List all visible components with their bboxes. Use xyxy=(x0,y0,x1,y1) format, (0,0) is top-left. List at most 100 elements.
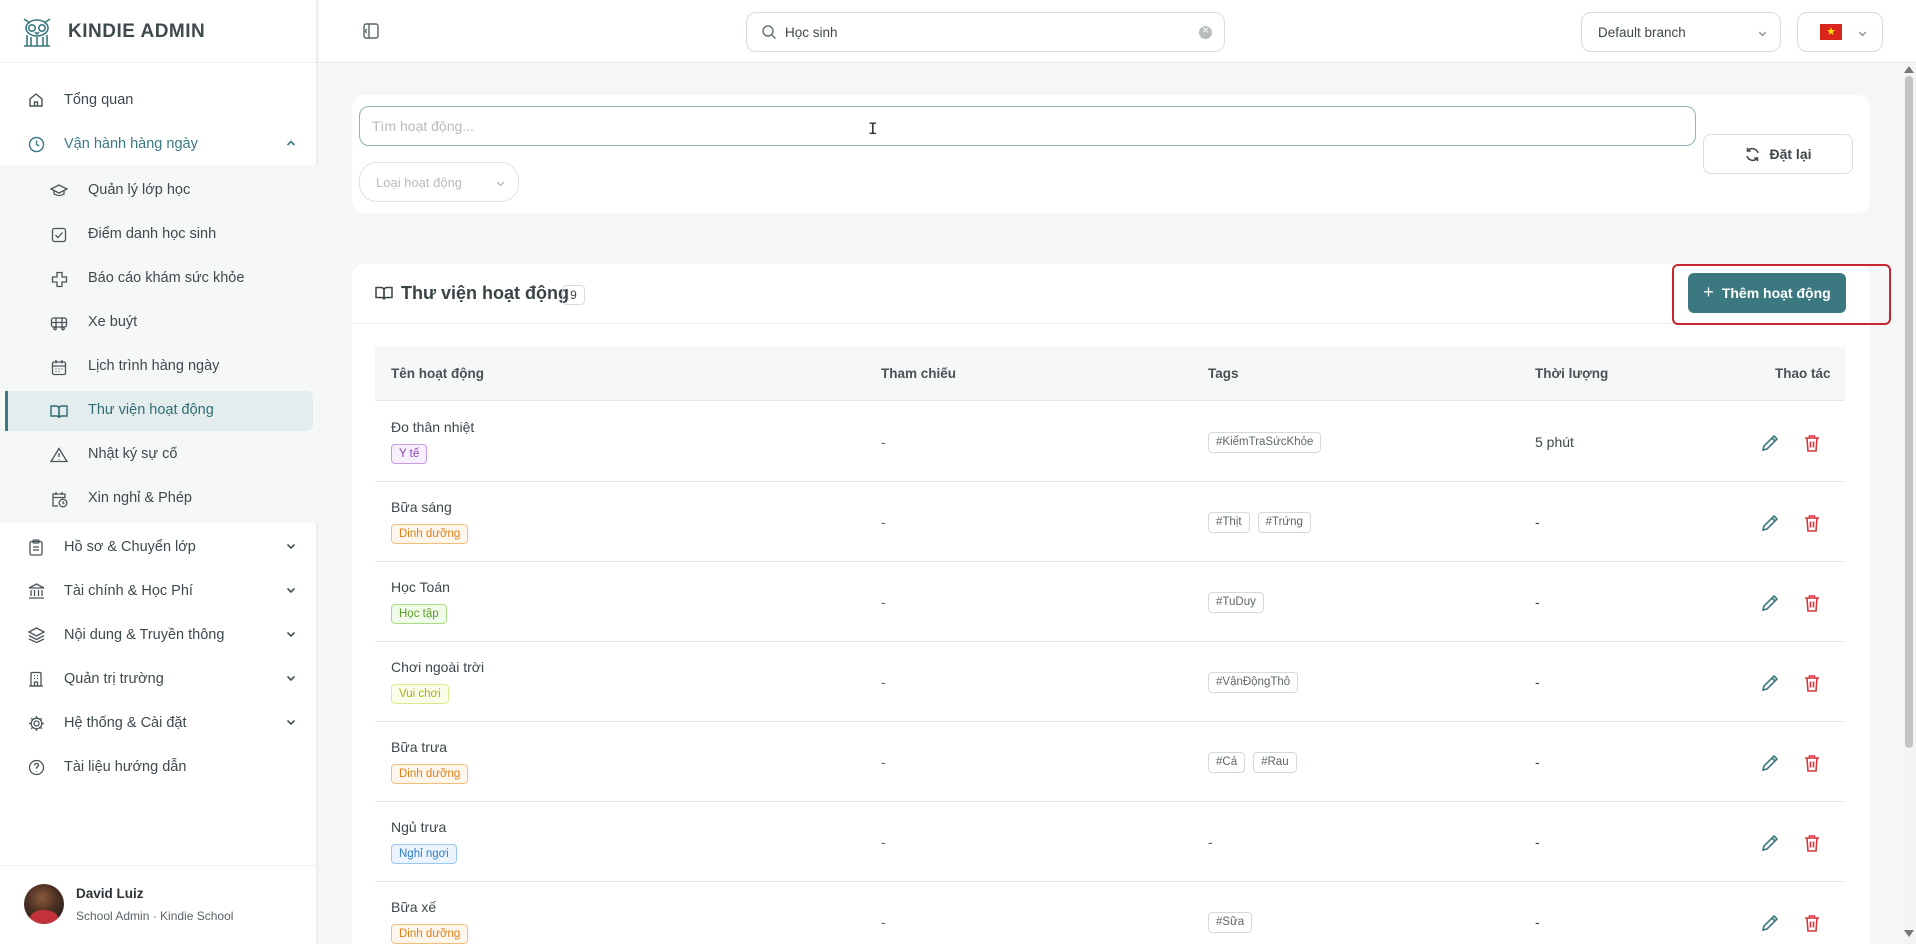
avatar[interactable] xyxy=(24,884,64,924)
activity-name: Đo thân nhiệt xyxy=(391,419,475,435)
column-header-reference: Tham chiếu xyxy=(881,366,957,381)
tag-chip: #TuDuy xyxy=(1208,592,1264,613)
delete-icon[interactable] xyxy=(1801,832,1823,854)
sidebar-item-label: Thư viện hoạt động xyxy=(88,402,214,418)
sidebar-toggle-button[interactable] xyxy=(362,22,380,40)
clear-icon[interactable] xyxy=(1199,23,1212,39)
delete-icon[interactable] xyxy=(1801,912,1823,934)
sidebar-item-incident-log[interactable]: Nhật ký sự cố xyxy=(0,435,318,475)
clock-icon xyxy=(27,135,45,153)
tag-list: #KiểmTraSứcKhỏe xyxy=(1208,432,1322,453)
chevron-down-icon xyxy=(284,715,298,729)
edit-icon[interactable] xyxy=(1759,752,1781,774)
table-row[interactable]: Ngủ trưa Nghỉ ngơi - - - xyxy=(375,802,1845,882)
calendar-icon xyxy=(50,358,68,376)
language-select[interactable]: ★ xyxy=(1797,12,1883,52)
edit-icon[interactable] xyxy=(1759,672,1781,694)
sidebar-item-system-settings[interactable]: Hệ thống & Cài đặt xyxy=(0,703,318,743)
sidebar-item-school-admin[interactable]: Quản trị trường xyxy=(0,659,318,699)
sidebar-item-label: Tài liệu hướng dẫn xyxy=(64,759,187,775)
delete-icon[interactable] xyxy=(1801,672,1823,694)
reset-button[interactable]: Đặt lại xyxy=(1703,134,1853,174)
table-row[interactable]: Học Toán Học tập - #TuDuy - xyxy=(375,562,1845,642)
duration-cell: - xyxy=(1535,594,1540,610)
chevron-down-icon xyxy=(284,583,298,597)
activity-type-select[interactable]: Loại hoạt động xyxy=(359,162,519,202)
reference-cell: - xyxy=(881,834,886,850)
tag-chip: #KiểmTraSứcKhỏe xyxy=(1208,432,1322,453)
column-header-actions: Thao tác xyxy=(1775,366,1831,381)
table-row[interactable]: Đo thân nhiệt Y tế - #KiểmTraSứcKhỏe 5 phút xyxy=(375,402,1845,482)
table-row[interactable]: Bữa xế Dinh dưỡng - #Sữa - xyxy=(375,882,1845,944)
sidebar-item-health-report[interactable]: Báo cáo khám sức khỏe xyxy=(0,259,318,299)
reference-cell: - xyxy=(881,594,886,610)
reference-cell: - xyxy=(881,674,886,690)
medical-cross-icon xyxy=(50,270,68,288)
table-row[interactable]: Bữa sáng Dinh dưỡng - #Thịt #Trứng - xyxy=(375,482,1845,562)
duration-cell: - xyxy=(1535,674,1540,690)
duration-cell: - xyxy=(1535,754,1540,770)
tag-list: #VậnĐộngThô xyxy=(1208,672,1299,693)
category-badge: Dinh dưỡng xyxy=(391,524,469,544)
chevron-down-icon xyxy=(1756,27,1769,45)
bank-icon xyxy=(27,582,45,600)
edit-icon[interactable] xyxy=(1759,432,1781,454)
activity-name: Ngủ trưa xyxy=(391,819,447,835)
branch-select[interactable]: Default branch xyxy=(1581,12,1781,52)
activity-search-input[interactable]: Tìm hoạt động... xyxy=(359,106,1696,146)
sidebar-item-finance-tuition[interactable]: Tài chính & Học Phí xyxy=(0,571,318,611)
scroll-up-icon[interactable] xyxy=(1904,66,1914,73)
home-icon xyxy=(27,91,45,109)
reset-label: Đặt lại xyxy=(1769,146,1812,162)
sidebar-item-label: Tổng quan xyxy=(64,92,134,108)
table-row[interactable]: Chơi ngoài trời Vui chơi - #VậnĐộngThô - xyxy=(375,642,1845,722)
chevron-down-icon xyxy=(494,177,507,195)
sidebar-item-activity-library[interactable]: Thư viện hoạt động xyxy=(5,391,313,431)
category-badge: Dinh dưỡng xyxy=(391,924,469,944)
sidebar-item-label: Hồ sơ & Chuyển lớp xyxy=(64,539,196,555)
scroll-down-icon[interactable] xyxy=(1904,930,1914,937)
sidebar-divider xyxy=(0,62,318,63)
sidebar-item-daily-operations[interactable]: Vận hành hàng ngày xyxy=(0,124,318,164)
sidebar-item-content-media[interactable]: Nội dung & Truyền thông xyxy=(0,615,318,655)
sidebar-item-class-management[interactable]: Quản lý lớp học xyxy=(0,171,318,211)
sidebar-item-label: Quản trị trường xyxy=(64,671,164,687)
user-role: School Admin · Kindie School xyxy=(76,909,234,923)
tag-list: #Thịt #Trứng xyxy=(1208,512,1311,533)
duration-cell: - xyxy=(1535,514,1540,530)
table-row[interactable]: Bữa trưa Dinh dưỡng - #Cá #Rau - xyxy=(375,722,1845,802)
sidebar-item-guide-docs[interactable]: Tài liệu hướng dẫn xyxy=(0,747,318,787)
category-badge: Y tế xyxy=(391,444,428,464)
delete-icon[interactable] xyxy=(1801,512,1823,534)
sidebar-item-leave-request[interactable]: Xin nghỉ & Phép xyxy=(0,479,318,519)
tag-list: #TuDuy xyxy=(1208,592,1264,613)
global-search-input[interactable]: Học sinh xyxy=(746,12,1225,52)
reference-cell: - xyxy=(881,914,886,930)
activity-name: Học Toán xyxy=(391,579,450,595)
sidebar-item-daily-schedule[interactable]: Lịch trình hàng ngày xyxy=(0,347,318,387)
column-header-tags: Tags xyxy=(1208,366,1239,381)
tag-chip: #Rau xyxy=(1253,752,1297,773)
app-logo[interactable]: KINDIE ADMIN xyxy=(18,12,205,52)
sidebar-item-label: Điểm danh học sinh xyxy=(88,226,217,242)
delete-icon[interactable] xyxy=(1801,432,1823,454)
search-value: Học sinh xyxy=(785,25,838,40)
delete-icon[interactable] xyxy=(1801,592,1823,614)
scrollbar-thumb[interactable] xyxy=(1905,76,1913,748)
plus-icon: + xyxy=(1703,281,1714,302)
activity-name: Bữa xế xyxy=(391,899,437,915)
sidebar-item-attendance[interactable]: Điểm danh học sinh xyxy=(0,215,318,255)
add-activity-button[interactable]: + Thêm hoạt động xyxy=(1688,273,1846,313)
edit-icon[interactable] xyxy=(1759,832,1781,854)
sidebar-item-records-transfer[interactable]: Hồ sơ & Chuyển lớp xyxy=(0,527,318,567)
edit-icon[interactable] xyxy=(1759,912,1781,934)
bus-icon xyxy=(50,314,68,332)
sidebar-item-overview[interactable]: Tổng quan xyxy=(0,80,318,120)
delete-icon[interactable] xyxy=(1801,752,1823,774)
edit-icon[interactable] xyxy=(1759,512,1781,534)
tag-list: #Cá #Rau xyxy=(1208,752,1297,773)
edit-icon[interactable] xyxy=(1759,592,1781,614)
sidebar-item-bus[interactable]: Xe buýt xyxy=(0,303,318,343)
book-icon xyxy=(375,285,393,306)
tag-chip: #VậnĐộngThô xyxy=(1208,672,1299,693)
